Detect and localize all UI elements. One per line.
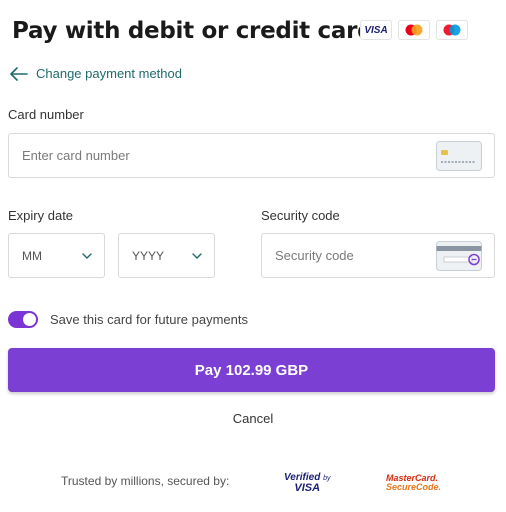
- toggle-knob: [23, 313, 36, 326]
- mastercard-securecode-logo: MasterCard. SecureCode.: [386, 474, 441, 492]
- expiry-date-label: Expiry date: [8, 208, 74, 223]
- verified-by-visa-logo: Verified by VISA: [284, 473, 331, 494]
- card-number-input[interactable]: [9, 134, 494, 177]
- expiry-year-select[interactable]: YYYY: [118, 233, 215, 278]
- mastercard-securecode-line2: SecureCode.: [386, 482, 442, 492]
- credit-card-front-icon: [436, 141, 482, 171]
- change-payment-method-label: Change payment method: [36, 66, 182, 81]
- maestro-circles-icon: [443, 24, 461, 36]
- security-code-label: Security code: [261, 208, 340, 223]
- pay-button[interactable]: Pay 102.99 GBP: [8, 348, 495, 392]
- expiry-month-value: MM: [22, 248, 42, 263]
- chevron-down-icon: [82, 252, 92, 259]
- credit-card-back-cvv-icon: [436, 241, 482, 271]
- card-number-field[interactable]: [8, 133, 495, 178]
- header: Pay with debit or credit card VISA: [12, 14, 496, 48]
- verified-by-visa-by: by: [323, 475, 331, 482]
- change-payment-method-link[interactable]: Change payment method: [10, 66, 182, 81]
- save-card-row: Save this card for future payments: [8, 311, 248, 328]
- save-card-label: Save this card for future payments: [50, 312, 248, 327]
- trusted-text: Trusted by millions, secured by:: [61, 474, 230, 488]
- card-brand-logos: VISA: [360, 20, 468, 40]
- cancel-link[interactable]: Cancel: [0, 411, 506, 426]
- verified-by-visa-line2: VISA: [294, 482, 321, 494]
- save-card-toggle[interactable]: [8, 311, 38, 328]
- expiry-year-value: YYYY: [132, 248, 165, 263]
- card-number-label: Card number: [8, 107, 84, 122]
- mastercard-logo: [398, 20, 430, 40]
- page-title: Pay with debit or credit card: [12, 18, 374, 44]
- visa-logo: VISA: [360, 20, 392, 40]
- expiry-month-select[interactable]: MM: [8, 233, 105, 278]
- chevron-down-icon: [192, 252, 202, 259]
- security-code-field[interactable]: [261, 233, 495, 278]
- maestro-logo: [436, 20, 468, 40]
- mastercard-circles-icon: [405, 24, 423, 36]
- arrow-left-icon: [10, 66, 28, 81]
